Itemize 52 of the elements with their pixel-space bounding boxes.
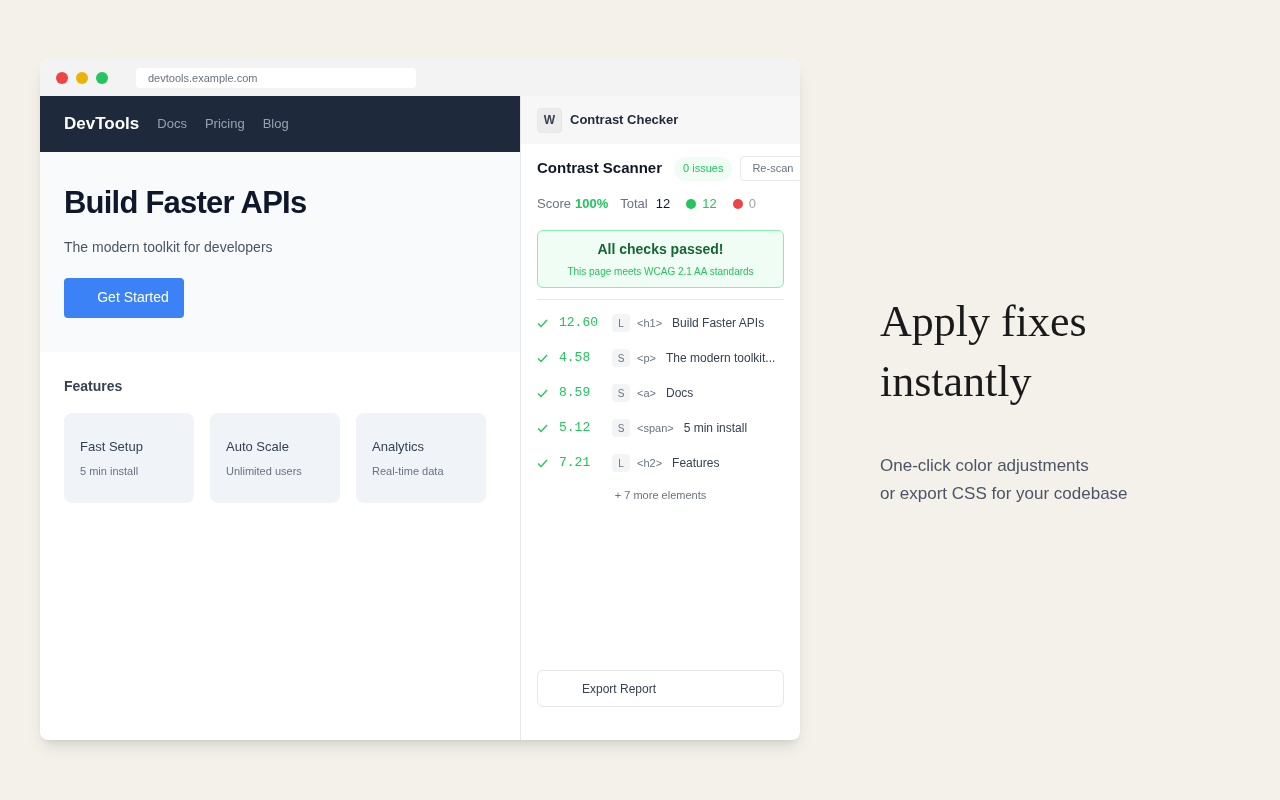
element-tag: <h1> bbox=[637, 314, 663, 332]
banner-title: All checks passed! bbox=[597, 239, 724, 259]
panel-title: Contrast Checker bbox=[570, 111, 679, 130]
issues-badge: 0 issues bbox=[674, 156, 733, 181]
rescan-button[interactable]: Re-scan bbox=[740, 156, 800, 181]
feature-title: Auto Scale bbox=[226, 438, 290, 456]
hero-subtitle: The modern toolkit for developers bbox=[64, 237, 273, 257]
brand-logo[interactable]: DevTools bbox=[64, 111, 140, 137]
size-badge: L bbox=[612, 454, 630, 472]
count-value: 0 bbox=[748, 195, 756, 213]
contrast-ratio: 8.59 bbox=[559, 384, 592, 403]
size-badge: S bbox=[612, 384, 630, 402]
feature-title: Analytics bbox=[372, 438, 426, 456]
contrast-ratio: 7.21 bbox=[559, 454, 592, 473]
nav-link[interactable]: Pricing bbox=[204, 114, 245, 134]
contrast-ratio: 5.12 bbox=[559, 419, 592, 438]
promo-text: One-click color adjustments or export CSS for your codebase bbox=[880, 455, 1128, 505]
feature-subtitle: Unlimited users bbox=[226, 463, 303, 479]
element-tag: <a> bbox=[637, 384, 656, 402]
feature-subtitle: 5 min install bbox=[80, 463, 140, 479]
total-value: 12 bbox=[655, 195, 671, 213]
features-heading: Features bbox=[64, 377, 124, 396]
element-text: Build Faster APIs bbox=[672, 315, 765, 332]
scanner-title: Contrast Scanner bbox=[537, 158, 663, 179]
get-started-button[interactable]: Get Started bbox=[64, 277, 184, 318]
score-value: 100% bbox=[574, 195, 609, 213]
element-text: Docs bbox=[665, 385, 694, 402]
element-tag: <p> bbox=[637, 349, 656, 367]
total-label: Total bbox=[620, 195, 648, 213]
address-bar[interactable]: devtools.example.com bbox=[136, 68, 416, 88]
banner-subtitle: This page meets WCAG 2.1 AA standards bbox=[567, 264, 754, 279]
extension-logo: W bbox=[537, 107, 562, 133]
export-report-button[interactable]: Export Report bbox=[537, 670, 784, 707]
promo-heading: Apply fixes instantly bbox=[880, 296, 1088, 408]
size-badge: L bbox=[612, 314, 630, 332]
feature-subtitle: Real-time data bbox=[372, 463, 445, 479]
element-text: Features bbox=[672, 455, 720, 472]
feature-title: Fast Setup bbox=[80, 438, 144, 456]
element-tag: <h2> bbox=[637, 454, 663, 472]
contrast-ratio: 12.60 bbox=[559, 314, 599, 333]
nav-link[interactable]: Blog bbox=[262, 114, 289, 134]
more-elements-link[interactable]: + 7 more elements bbox=[614, 486, 707, 503]
size-badge: S bbox=[612, 349, 630, 367]
size-badge: S bbox=[612, 419, 630, 437]
element-text: 5 min install bbox=[683, 420, 748, 437]
count-value: 12 bbox=[702, 195, 717, 213]
nav-link[interactable]: Docs bbox=[157, 114, 187, 134]
contrast-ratio: 4.58 bbox=[559, 349, 592, 368]
hero-title: Build Faster APIs bbox=[64, 184, 307, 222]
score-label: Score bbox=[537, 195, 571, 213]
element-tag: <span> bbox=[637, 419, 674, 437]
element-text: The modern toolkit... bbox=[665, 350, 776, 367]
